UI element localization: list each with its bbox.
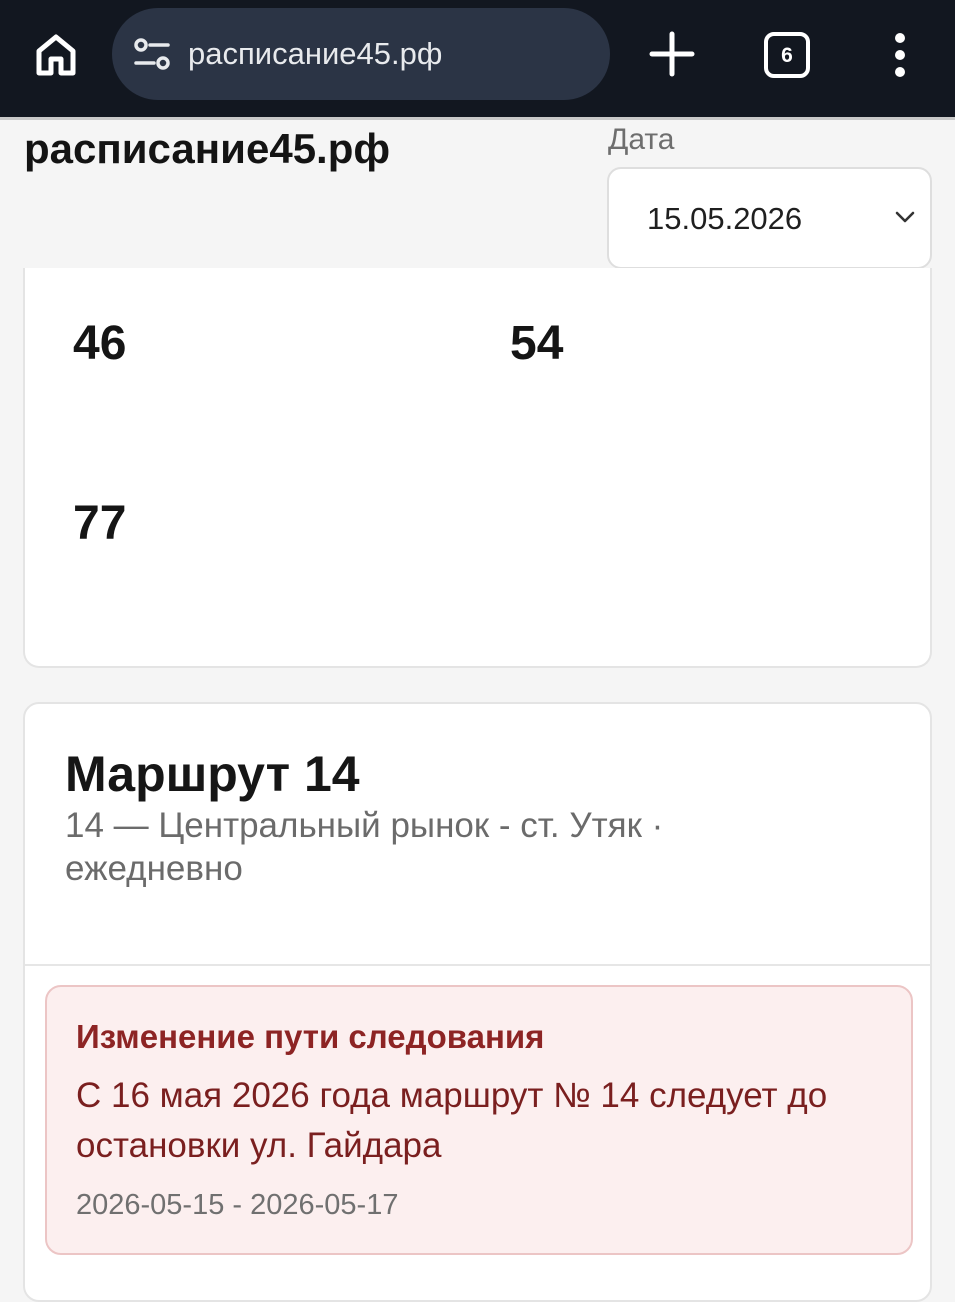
more-vert-icon[interactable] bbox=[884, 30, 916, 80]
browser-toolbar: расписание45.рф 6 bbox=[0, 0, 955, 120]
route-title: Маршрут 14 bbox=[65, 746, 360, 802]
address-bar[interactable]: расписание45.рф bbox=[112, 8, 610, 100]
chevron-down-icon bbox=[895, 211, 915, 223]
date-value: 15.05.2026 bbox=[647, 201, 803, 236]
tune-icon[interactable] bbox=[132, 36, 172, 72]
route-change-notice: Изменение пути следования С 16 мая 2026 … bbox=[45, 985, 913, 1255]
url-text[interactable]: расписание45.рф bbox=[188, 34, 442, 74]
divider bbox=[25, 964, 930, 966]
tab-switcher-button[interactable]: 6 bbox=[764, 32, 810, 78]
route-card: Маршрут 14 14 — Центральный рынок - ст. … bbox=[23, 702, 932, 1302]
home-button[interactable] bbox=[32, 30, 80, 80]
tab-count: 6 bbox=[781, 43, 793, 67]
route-link-54[interactable]: 54 bbox=[510, 316, 563, 372]
routes-list-card: 46 54 77 bbox=[23, 268, 932, 668]
home-icon bbox=[36, 34, 76, 76]
date-label: Дата bbox=[608, 123, 675, 156]
notice-dates: 2026-05-15 - 2026-05-17 bbox=[76, 1189, 399, 1221]
plus-icon[interactable] bbox=[646, 28, 698, 80]
route-description: 14 — Центральный рынок - ст. Утяк · ежед… bbox=[65, 806, 664, 888]
site-title[interactable]: расписание45.рф bbox=[24, 124, 390, 174]
route-link-46[interactable]: 46 bbox=[73, 316, 126, 372]
notice-title: Изменение пути следования bbox=[76, 1018, 545, 1055]
notice-text: С 16 мая 2026 года маршрут № 14 следует … bbox=[76, 1076, 828, 1165]
date-select[interactable]: 15.05.2026 bbox=[607, 167, 932, 269]
route-link-77[interactable]: 77 bbox=[73, 496, 126, 552]
